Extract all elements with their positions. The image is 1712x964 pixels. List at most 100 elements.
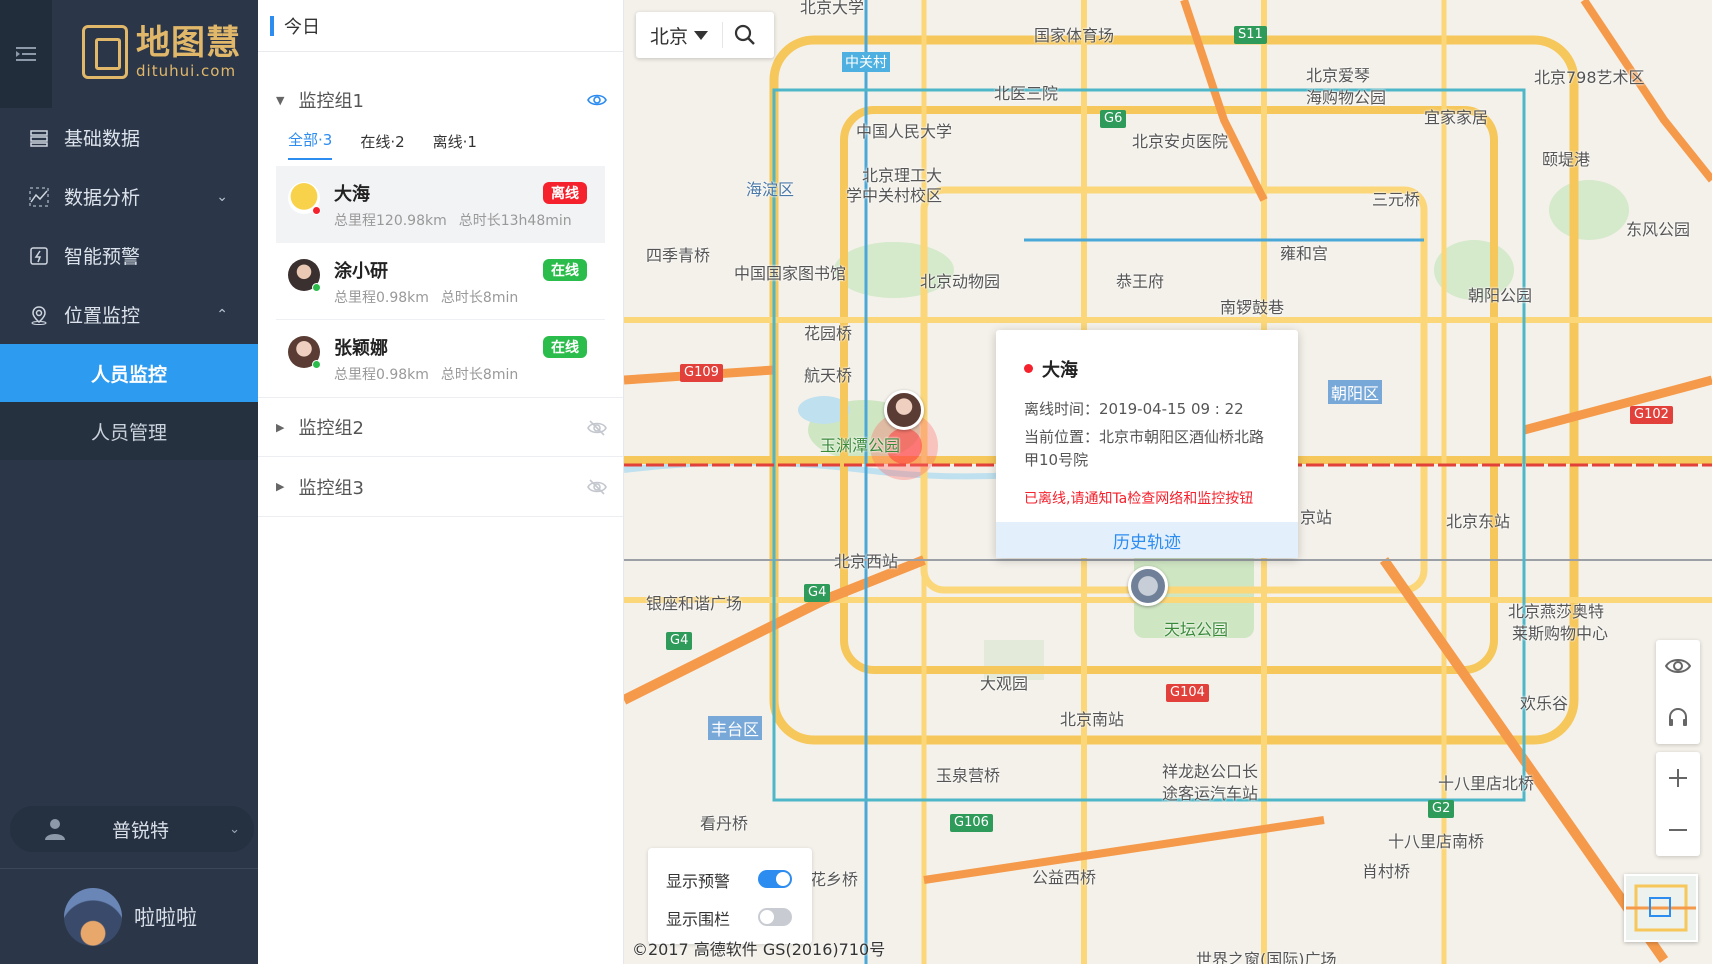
- group-row-2[interactable]: ▶ 监控组2: [258, 397, 623, 457]
- person-duration: 总时长13h48min: [458, 213, 572, 229]
- support-button[interactable]: [1656, 692, 1700, 744]
- minus-icon: [1669, 829, 1687, 831]
- alert-icon: [28, 245, 50, 267]
- map-label: 东风公园: [1626, 220, 1691, 239]
- sidebar-item-basic-data[interactable]: 基础数据: [0, 108, 258, 167]
- accent-bar: [270, 15, 274, 36]
- map-label: 莱斯购物中心: [1512, 624, 1609, 643]
- database-icon: [28, 127, 50, 149]
- city-name: 北京: [650, 25, 689, 48]
- person-marker-dahai[interactable]: [884, 390, 924, 430]
- map-label: 颐堤港: [1542, 150, 1591, 169]
- group-row-3[interactable]: ▶ 监控组3: [258, 457, 623, 517]
- popup-location-line1: 当前位置：北京市朝阳区酒仙桥北路: [1024, 428, 1265, 446]
- map-label: 三元桥: [1372, 190, 1421, 209]
- map-overview-thumbnail[interactable]: [1624, 874, 1698, 942]
- group-name: 监控组1: [298, 91, 364, 112]
- map-label: 北京西站: [834, 552, 899, 571]
- sidebar-item-data-analysis[interactable]: 数据分析 ⌄: [0, 167, 258, 226]
- zoom-in-button[interactable]: [1656, 752, 1700, 804]
- sidebar-item-label: 位置监控: [64, 305, 141, 327]
- eye-off-icon[interactable]: [587, 418, 607, 438]
- person-row-tuxiaoyan[interactable]: 涂小研 总里程0.98km 总时长8min 在线: [276, 243, 605, 320]
- map-label: 北医三院: [994, 84, 1059, 103]
- sidebar-item-location-monitor[interactable]: 位置监控 ⌃: [0, 285, 258, 344]
- map-label: 天坛公园: [1164, 620, 1229, 639]
- map-label: 玉渊潭公园: [820, 436, 901, 455]
- menu-collapse-button[interactable]: [0, 0, 52, 108]
- history-track-button[interactable]: 历史轨迹: [996, 522, 1298, 558]
- search-icon[interactable]: [733, 23, 757, 47]
- group-row-1[interactable]: ▼ 监控组1: [258, 52, 623, 148]
- chevron-down-icon: ⌄: [229, 821, 240, 837]
- date-header: 今日: [258, 0, 623, 52]
- zoom-controls: [1656, 752, 1700, 856]
- headset-icon: [1669, 708, 1687, 726]
- map-label: 花园桥: [804, 324, 853, 343]
- status-badge: 离线: [543, 182, 587, 204]
- map-label: 肖村桥: [1362, 862, 1411, 881]
- popup-offline-time: 离线时间：2019-04-15 09 : 22: [1024, 400, 1244, 418]
- map-toggle-panel: 显示预警 显示围栏: [648, 848, 812, 944]
- person-name: 大海: [334, 184, 370, 205]
- person-distance: 总里程120.98km: [334, 213, 447, 229]
- map-label: 海购物公园: [1306, 88, 1387, 107]
- road-shield: G4: [666, 632, 693, 650]
- org-selector[interactable]: 普锐特 ⌄: [10, 806, 254, 852]
- map-label: 北京东站: [1446, 512, 1511, 531]
- sidebar-subitem-personnel-management[interactable]: 人员管理: [0, 402, 258, 460]
- map-label: 花乡桥: [810, 870, 859, 889]
- caret-right-icon[interactable]: ▶: [276, 480, 284, 493]
- show-fence-switch[interactable]: [758, 908, 792, 926]
- eye-icon[interactable]: [587, 90, 607, 110]
- map-label: 丰台区: [708, 716, 763, 740]
- map-canvas[interactable]: 国家体育场 北医三院 中国人民大学 北京理工大 学中关村校区 海淀区 北京安贞医…: [624, 0, 1712, 964]
- person-marker-online[interactable]: [1128, 566, 1168, 606]
- map-label: 朝阳公园: [1468, 286, 1533, 305]
- road-shield: G109: [680, 364, 723, 382]
- sidebar-header: 地图慧 dituhui.com: [0, 0, 258, 108]
- person-name: 涂小研: [334, 261, 388, 282]
- map-label: 途客运汽车站: [1162, 784, 1259, 803]
- logo-url: dituhui.com: [136, 62, 237, 80]
- divider: [722, 22, 724, 48]
- caret-down-icon: [694, 30, 709, 40]
- plus-icon: [1669, 769, 1687, 787]
- toggle-label: 显示预警: [666, 872, 731, 891]
- person-row-zhangyingna[interactable]: 张颖娜 总里程0.98km 总时长8min 在线: [276, 320, 605, 397]
- road-shield: G6: [1100, 110, 1127, 128]
- person-name: 张颖娜: [334, 338, 388, 359]
- map-label: 十八里店北桥: [1438, 774, 1535, 793]
- menu-collapse-icon[interactable]: [16, 46, 36, 62]
- person-stats: 总里程0.98km 总时长8min: [334, 287, 518, 307]
- user-profile[interactable]: 啦啦啦: [0, 869, 258, 964]
- map-label: 北京安贞医院: [1132, 132, 1229, 151]
- toggle-label: 显示围栏: [666, 910, 731, 929]
- road-shield: G102: [1630, 406, 1673, 424]
- status-badge: 在线: [543, 259, 587, 281]
- offline-dot: [1024, 364, 1033, 373]
- map-label: 恭王府: [1116, 272, 1165, 291]
- city-selector[interactable]: 北京: [650, 22, 709, 49]
- online-dot: [312, 360, 321, 369]
- sidebar-subitem-personnel-monitor[interactable]: 人员监控: [0, 344, 258, 402]
- map-label: 航天桥: [804, 366, 853, 385]
- eye-icon: [1665, 659, 1691, 673]
- show-alert-switch[interactable]: [758, 870, 792, 888]
- map-label: 玉泉营桥: [936, 766, 1001, 785]
- zoom-out-button[interactable]: [1656, 804, 1700, 856]
- avatar[interactable]: [64, 887, 122, 946]
- map-label: 北京大学: [800, 0, 865, 17]
- map-label: 中国人民大学: [856, 122, 953, 141]
- map-label: 南锣鼓巷: [1220, 298, 1285, 317]
- layer-visibility-button[interactable]: [1656, 640, 1700, 692]
- person-row-dahai[interactable]: 大海 总里程120.98km 总时长13h48min 离线: [276, 166, 605, 243]
- chevron-up-icon: ⌃: [216, 306, 228, 323]
- caret-right-icon[interactable]: ▶: [276, 421, 284, 434]
- map-copyright: ©2017 高德软件 GS(2016)710号: [632, 940, 886, 959]
- map-label: 海淀区: [746, 180, 795, 199]
- sidebar-item-smart-alert[interactable]: 智能预警: [0, 226, 258, 285]
- map-tools-top: [1656, 640, 1700, 744]
- caret-down-icon[interactable]: ▼: [276, 94, 284, 107]
- eye-off-icon[interactable]: [587, 477, 607, 497]
